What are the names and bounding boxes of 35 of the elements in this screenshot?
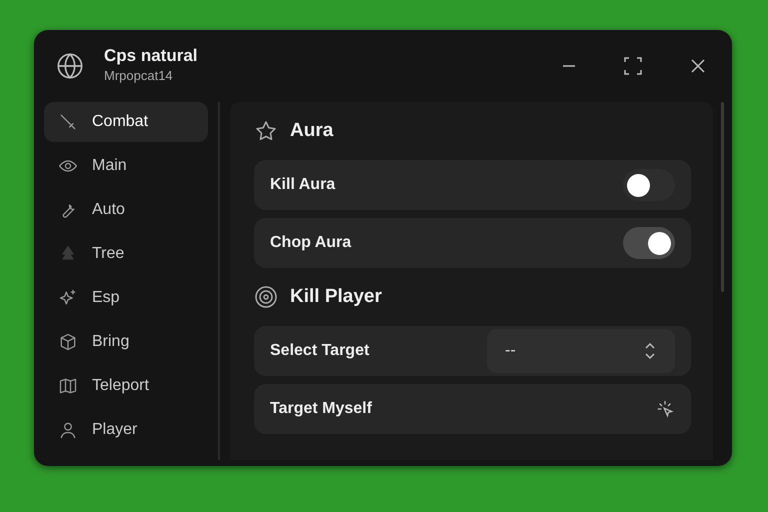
target-dropdown[interactable]: -- [487,329,675,373]
sidebar-item[interactable]: Player [44,410,208,450]
sword-icon [58,112,78,132]
section-title: Aura [290,118,334,143]
close-icon [690,58,706,74]
sidebar-item[interactable]: Esp [44,278,208,318]
section-title: Kill Player [290,284,382,309]
target-icon [254,285,278,309]
scrollbar[interactable] [721,102,724,292]
sidebar-item[interactable]: Main [44,146,208,186]
option-label: Target Myself [270,399,372,419]
globe-icon [56,52,84,80]
tap-icon [655,399,675,419]
option-label: Chop Aura [270,233,352,253]
map-icon [58,376,78,396]
action-row[interactable]: Target Myself [254,384,691,434]
sidebar-item[interactable]: Tree [44,234,208,274]
sidebar-item[interactable]: Combat [44,102,208,142]
option-label: Select Target [270,341,370,361]
sidebar-item[interactable]: Teleport [44,366,208,406]
minimize-icon [562,65,576,67]
minimize-button[interactable] [560,63,578,69]
chevron-updown-icon [643,342,657,360]
star-icon [254,119,278,143]
maximize-icon [624,57,642,75]
window-title: Cps natural [104,46,199,66]
window-subtitle: Mrpopcat14 [104,66,174,85]
sidebar-item[interactable]: Bring [44,322,208,362]
option-label: Kill Aura [270,175,336,195]
maximize-button[interactable] [622,55,644,77]
toggle-switch[interactable] [623,169,675,201]
sidebar-item[interactable]: Auto [44,190,208,230]
toggle-switch[interactable] [623,227,675,259]
person-icon [58,420,78,440]
box-icon [58,332,78,352]
